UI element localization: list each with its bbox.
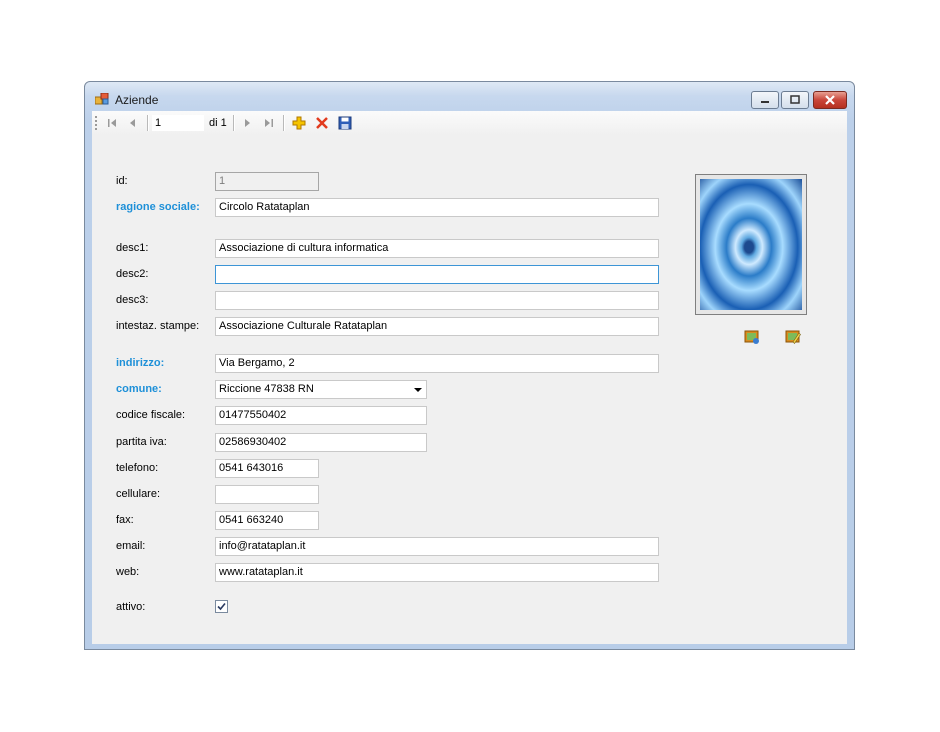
- logo-picture-box[interactable]: [695, 174, 807, 315]
- load-image-icon: [744, 330, 759, 344]
- form-fields: id: 1 ragione sociale: Circolo Ratatapla…: [92, 135, 847, 644]
- attivo-checkbox[interactable]: [215, 600, 228, 613]
- position-input[interactable]: [152, 115, 204, 131]
- delete-icon: [316, 117, 328, 129]
- partita-iva-field[interactable]: 02586930402: [215, 433, 427, 452]
- close-icon: [825, 95, 835, 105]
- comune-combobox[interactable]: Riccione 47838 RN: [215, 380, 427, 399]
- telefono-label: telefono:: [116, 462, 159, 474]
- ragione-sociale-label: ragione sociale:: [116, 201, 200, 213]
- toolbar-separator: [147, 115, 149, 131]
- add-new-button[interactable]: [291, 115, 307, 131]
- close-button[interactable]: [813, 91, 847, 109]
- title-bar[interactable]: Aziende: [85, 82, 854, 110]
- ragione-sociale-field[interactable]: Circolo Ratataplan: [215, 198, 659, 217]
- indirizzo-label: indirizzo:: [116, 357, 165, 369]
- move-next-button[interactable]: [239, 115, 255, 131]
- minimize-icon: [761, 101, 769, 103]
- maximize-button[interactable]: [781, 91, 809, 109]
- email-field[interactable]: info@ratataplan.it: [215, 537, 659, 556]
- cellulare-label: cellulare:: [116, 488, 161, 500]
- desc3-field[interactable]: [215, 291, 659, 310]
- move-prev-icon: [130, 119, 135, 127]
- count-label: di 1: [209, 117, 227, 129]
- app-window-icon: [95, 93, 109, 105]
- save-icon: [338, 116, 352, 130]
- minimize-button[interactable]: [751, 91, 779, 109]
- comune-value: Riccione 47838 RN: [219, 383, 314, 395]
- desc3-label: desc3:: [116, 294, 149, 306]
- toolbar-grip[interactable]: [95, 116, 97, 130]
- attivo-label: attivo:: [116, 601, 146, 613]
- email-label: email:: [116, 540, 146, 552]
- toolbar-separator: [233, 115, 235, 131]
- desc1-field[interactable]: Associazione di cultura informatica: [215, 239, 659, 258]
- id-field: 1: [215, 172, 319, 191]
- fax-label: fax:: [116, 514, 134, 526]
- edit-image-button[interactable]: [785, 329, 801, 345]
- codice-fiscale-field[interactable]: 01477550402: [215, 406, 427, 425]
- id-label: id:: [116, 175, 128, 187]
- codice-fiscale-label: codice fiscale:: [116, 409, 186, 421]
- logo-image: [700, 179, 802, 310]
- intestazione-label: intestaz. stampe:: [116, 320, 200, 332]
- web-field[interactable]: www.ratataplan.it: [215, 563, 659, 582]
- window-title: Aziende: [115, 93, 159, 107]
- add-new-icon: [292, 116, 306, 130]
- delete-button[interactable]: [314, 115, 330, 131]
- move-first-button[interactable]: [104, 115, 120, 131]
- form-client-area: di 1 id: 1 ragione sociale: Circolo: [92, 111, 847, 644]
- desc2-label: desc2:: [116, 268, 149, 280]
- telefono-field[interactable]: 0541 643016: [215, 459, 319, 478]
- chevron-down-icon[interactable]: [414, 388, 422, 392]
- comune-label: comune:: [116, 383, 162, 395]
- move-previous-button[interactable]: [125, 115, 141, 131]
- desc1-label: desc1:: [116, 242, 149, 254]
- edit-image-icon: [785, 330, 801, 344]
- web-label: web:: [116, 566, 140, 578]
- checkmark-icon: [217, 602, 226, 611]
- load-image-button[interactable]: [744, 329, 760, 345]
- move-first-icon: [108, 119, 116, 127]
- move-last-button[interactable]: [261, 115, 277, 131]
- move-next-icon: [245, 119, 250, 127]
- maximize-icon: [790, 95, 800, 104]
- save-button[interactable]: [337, 115, 353, 131]
- partita-iva-label: partita iva:: [116, 436, 167, 448]
- indirizzo-field[interactable]: Via Bergamo, 2: [215, 354, 659, 373]
- toolbar-separator: [283, 115, 285, 131]
- aziende-window: Aziende di 1: [84, 81, 855, 650]
- move-last-icon: [265, 119, 273, 127]
- desc2-field[interactable]: [215, 265, 659, 284]
- cellulare-field[interactable]: [215, 485, 319, 504]
- binding-navigator: di 1: [92, 111, 847, 135]
- intestazione-field[interactable]: Associazione Culturale Ratataplan: [215, 317, 659, 336]
- fax-field[interactable]: 0541 663240: [215, 511, 319, 530]
